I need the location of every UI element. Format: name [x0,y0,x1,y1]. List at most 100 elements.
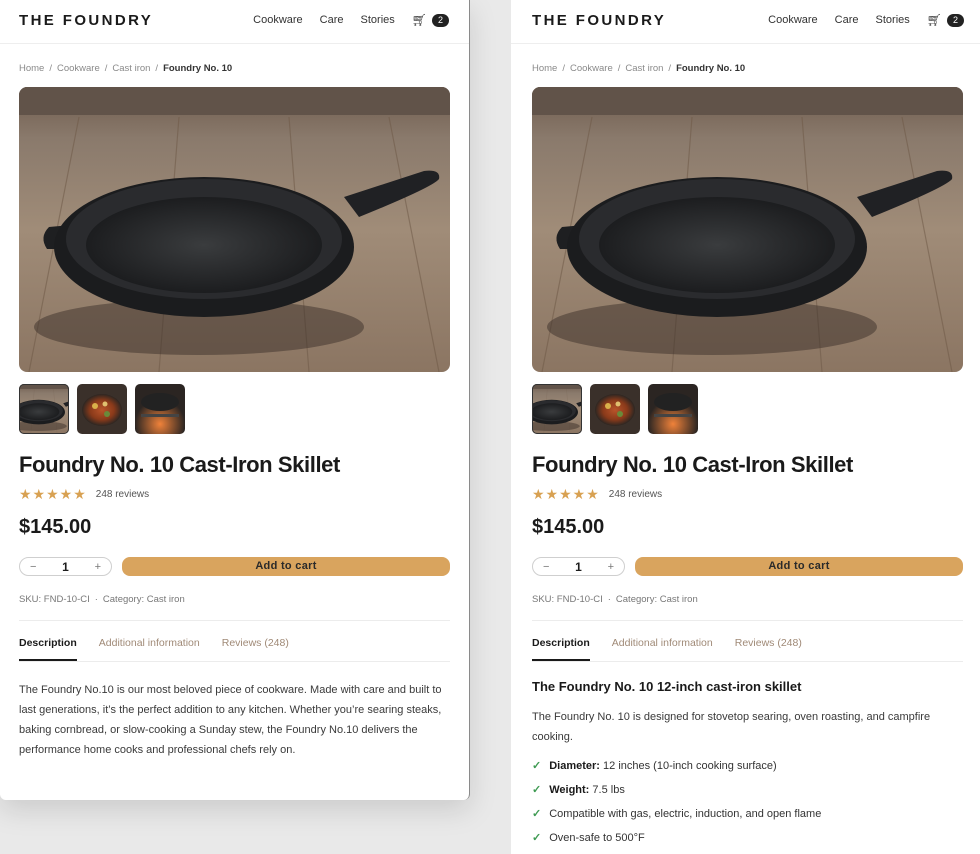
tabs-divider [532,661,963,662]
spec-value: 7.5 lbs [592,784,625,796]
product-main-image[interactable] [532,87,963,372]
breadcrumb-cookware[interactable]: Cookware [570,63,613,74]
tab-additional-information[interactable]: Additional information [612,637,713,661]
breadcrumb: Home / Cookware / Cast iron / Foundry No. 10 [532,63,745,74]
star-icon: ★★★★★ [532,486,600,502]
product-description: The Foundry No.10 is our most beloved pi… [19,684,442,756]
thumbnail-skillet[interactable] [19,384,69,434]
breadcrumb-cookware[interactable]: Cookware [57,63,100,74]
breadcrumb-current: Foundry No. 10 [676,63,746,74]
spec-item: ✓ Diameter: 12 inches (10-inch cooking su… [532,758,821,782]
product-title: Foundry No. 10 Cast-Iron Skillet [532,452,853,477]
quantity-stepper[interactable]: − 1 + [532,557,625,576]
cart-icon: 🛒︎ [926,13,942,27]
description-heading: The Foundry No. 10 12-inch cast-iron ski… [532,679,802,694]
breadcrumb-separator: / [562,63,565,74]
quantity-value[interactable]: 1 [575,560,582,574]
nav-cookware[interactable]: Cookware [253,14,303,26]
thumbnail-skillet[interactable] [532,384,582,434]
site-header: THE FOUNDRY Cookware Care Stories 🛒︎ 2 [0,0,469,44]
tab-reviews[interactable]: Reviews (248) [222,637,289,661]
meta-separator: · [607,594,611,605]
divider [532,620,963,621]
spec-item: ✓ Compatible with gas, electric, inductio… [532,806,821,830]
thumbnail-fire[interactable] [135,384,185,434]
product-tabs: Description Additional information Revie… [532,637,802,661]
brand-logo[interactable]: THE FOUNDRY [19,12,153,29]
product-page-left: THE FOUNDRY Cookware Care Stories 🛒︎ 2 H… [0,0,470,800]
nav-care[interactable]: Care [320,14,344,26]
cart-button[interactable]: 🛒︎ 2 [927,13,964,27]
check-icon: ✓ [532,808,542,820]
nav-stories[interactable]: Stories [361,14,395,26]
tab-reviews[interactable]: Reviews (248) [735,637,802,661]
site-header: THE FOUNDRY Cookware Care Stories 🛒︎ 2 [511,0,980,44]
check-icon: ✓ [532,760,542,772]
check-icon: ✓ [532,832,542,844]
product-page-right: THE FOUNDRY Cookware Care Stories 🛒︎ 2 H… [511,0,980,854]
product-title: Foundry No. 10 Cast-Iron Skillet [19,452,340,477]
spec-label: Diameter: [549,760,600,772]
category[interactable]: Category: Cast iron [103,594,185,605]
breadcrumb-home[interactable]: Home [19,63,44,74]
product-rating[interactable]: ★★★★★ 248 reviews [19,486,149,503]
check-icon: ✓ [532,784,542,796]
review-count[interactable]: 248 reviews [96,489,149,500]
thumbnail-strip [19,384,185,434]
tab-description[interactable]: Description [19,637,77,661]
nav-care[interactable]: Care [835,14,859,26]
spec-value: 12 inches (10-inch cooking surface) [603,760,777,772]
quantity-value[interactable]: 1 [62,560,69,574]
star-icon: ★★★★★ [19,486,87,502]
decrement-button[interactable]: − [543,561,549,573]
cart-icon: 🛒︎ [411,13,427,27]
breadcrumb-separator: / [49,63,52,74]
breadcrumb-cast-iron[interactable]: Cast iron [625,63,663,74]
decrement-button[interactable]: − [30,561,36,573]
meta-separator: · [94,594,98,605]
breadcrumb-cast-iron[interactable]: Cast iron [112,63,150,74]
tab-additional-information[interactable]: Additional information [99,637,200,661]
review-count[interactable]: 248 reviews [609,489,662,500]
add-to-cart-button[interactable]: Add to cart [635,557,963,576]
breadcrumb-separator: / [155,63,159,74]
cart-button[interactable]: 🛒︎ 2 [412,13,449,27]
category[interactable]: Category: Cast iron [616,594,698,605]
main-nav: Cookware Care Stories 🛒︎ 2 [768,0,964,40]
spec-value: Compatible with gas, electric, induction… [549,808,822,820]
product-price: $145.00 [19,516,92,538]
nav-cookware[interactable]: Cookware [768,14,818,26]
product-rating[interactable]: ★★★★★ 248 reviews [532,486,662,503]
breadcrumb-home[interactable]: Home [532,63,557,74]
cart-count-badge: 2 [432,13,449,27]
increment-button[interactable]: + [608,561,614,573]
product-meta: SKU: FND-10-CI · Category: Cast iron [19,594,185,605]
sku: SKU: FND-10-CI [532,594,603,605]
add-to-cart-button[interactable]: Add to cart [122,557,450,576]
sku: SKU: FND-10-CI [19,594,90,605]
tab-description[interactable]: Description [532,637,590,661]
quantity-stepper[interactable]: − 1 + [19,557,112,576]
breadcrumb: Home / Cookware / Cast iron / Foundry No. 10 [19,63,232,74]
spec-list: ✓ Diameter: 12 inches (10-inch cooking su… [532,758,821,854]
thumbnail-fire[interactable] [648,384,698,434]
spec-label: Weight: [549,784,590,796]
product-main-image[interactable] [19,87,450,372]
spec-value: Oven-safe to 500°F [549,832,645,844]
thumbnail-cooking[interactable] [590,384,640,434]
breadcrumb-separator: / [104,63,108,74]
main-nav: Cookware Care Stories 🛒︎ 2 [253,0,449,40]
description-intro: The Foundry No. 10 is designed for stove… [532,711,931,743]
breadcrumb-current: Foundry No. 10 [163,63,233,74]
nav-stories[interactable]: Stories [876,14,910,26]
product-meta: SKU: FND-10-CI · Category: Cast iron [532,594,698,605]
thumbnail-cooking[interactable] [77,384,127,434]
brand-logo[interactable]: THE FOUNDRY [532,12,666,29]
tabs-divider [19,661,450,662]
thumbnail-strip [532,384,698,434]
product-tabs: Description Additional information Revie… [19,637,289,661]
divider [19,620,450,621]
increment-button[interactable]: + [95,561,101,573]
breadcrumb-separator: / [668,63,672,74]
spec-item: ✓ Weight: 7.5 lbs [532,782,821,806]
